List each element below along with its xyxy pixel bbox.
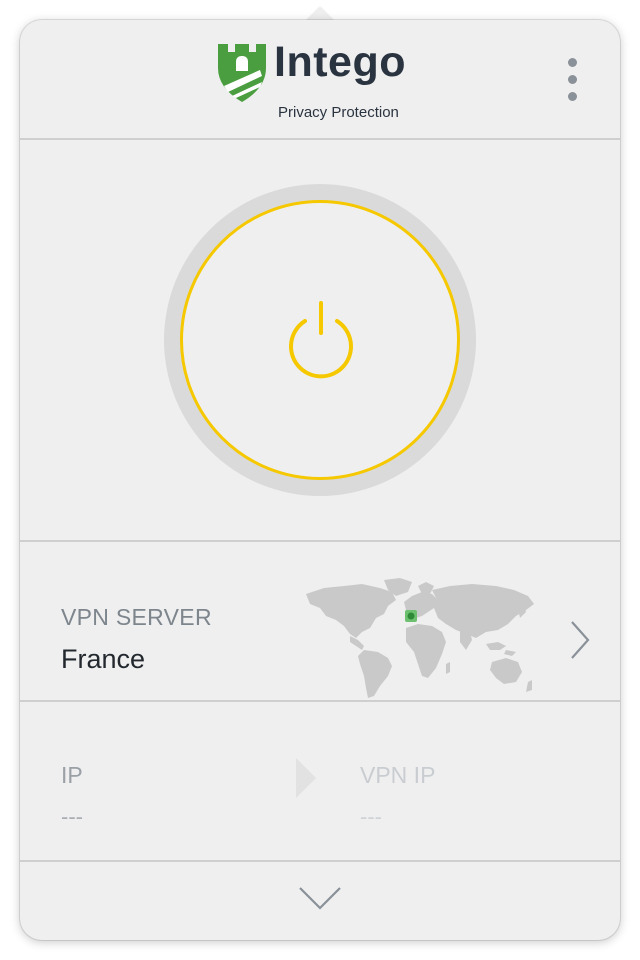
vpn-server-value: France bbox=[61, 644, 146, 674]
power-button[interactable] bbox=[180, 200, 460, 480]
vpn-popover: Intego Privacy Protection VPN SERVER Fra… bbox=[20, 20, 620, 940]
arrow-right-icon bbox=[296, 758, 316, 798]
vpn-server-label: VPN SERVER bbox=[61, 604, 212, 630]
power-ring bbox=[164, 184, 476, 496]
power-icon bbox=[289, 301, 353, 379]
ip-value: --- bbox=[61, 804, 83, 829]
vpn-ip-value: --- bbox=[360, 804, 382, 829]
brand-tagline: Privacy Protection bbox=[278, 104, 399, 121]
chevron-down-icon[interactable] bbox=[298, 884, 342, 912]
vpn-server-selector[interactable]: VPN SERVER France bbox=[20, 542, 620, 702]
vpn-ip-label: VPN IP bbox=[360, 762, 436, 788]
power-section bbox=[20, 140, 620, 542]
vertical-dots-icon bbox=[568, 58, 577, 67]
chevron-right-icon bbox=[571, 621, 590, 659]
brand-name: Intego bbox=[274, 38, 406, 86]
header: Intego Privacy Protection bbox=[20, 20, 620, 140]
ip-label: IP bbox=[61, 762, 83, 788]
castle-tower-icon bbox=[218, 44, 266, 102]
brand-logo: Intego Privacy Protection bbox=[216, 38, 446, 121]
more-options-button[interactable] bbox=[560, 56, 584, 104]
ip-info-row: IP --- VPN IP --- bbox=[20, 702, 620, 862]
world-map-icon bbox=[306, 578, 534, 698]
footer bbox=[20, 862, 620, 940]
